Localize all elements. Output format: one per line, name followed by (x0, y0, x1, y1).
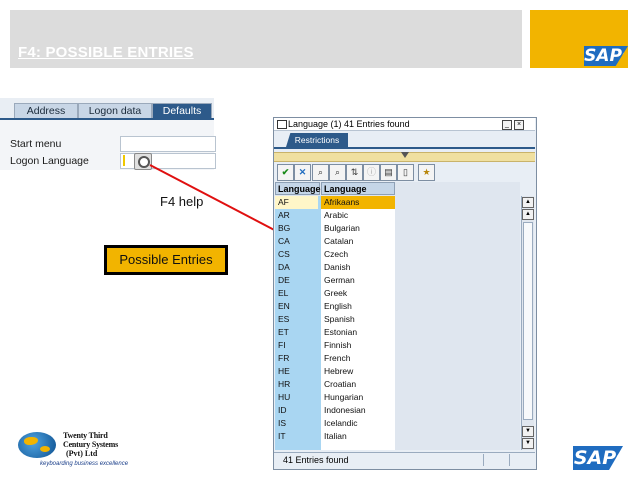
scroll-bottom-icon[interactable]: ▼ (522, 438, 534, 449)
table-row[interactable]: ET Estonian (275, 326, 395, 339)
table-row[interactable]: HE Hebrew (275, 365, 395, 378)
personal-list-icon[interactable]: ★ (418, 164, 435, 181)
company-name-line3: (Pvt) Ltd (66, 449, 98, 458)
table-row[interactable]: IS Icelandic (275, 417, 395, 430)
cancel-icon[interactable]: ✕ (294, 164, 311, 181)
window-icon (277, 120, 287, 129)
company-tagline: keyboarding business excellence (40, 461, 129, 467)
tab-defaults[interactable]: Defaults (152, 103, 212, 119)
start-menu-input[interactable] (120, 136, 216, 152)
table-row[interactable]: CA Catalan (275, 235, 395, 248)
popup-tab-underline (274, 147, 535, 149)
table-row[interactable]: EN English (275, 300, 395, 313)
company-name-line2: Century Systems (63, 440, 118, 449)
table-row[interactable]: FR French (275, 352, 395, 365)
table-row[interactable]: IT Italian (275, 430, 395, 443)
column-header-language-code[interactable]: Language (275, 182, 321, 195)
table-row[interactable]: HU Hungarian (275, 391, 395, 404)
possible-entries-callout: Possible Entries (107, 248, 225, 272)
tab-logon-data[interactable]: Logon data (78, 103, 152, 119)
sap-logo-icon: SAP® (584, 46, 628, 66)
sort-icon[interactable]: ⇅ (346, 164, 363, 181)
scrollbar-thumb[interactable] (523, 222, 533, 420)
status-text: 41 Entries found (283, 455, 349, 465)
print-icon[interactable]: ▤ (380, 164, 397, 181)
start-menu-label: Start menu (10, 138, 62, 150)
close-button[interactable]: × (514, 120, 524, 130)
find-next-icon[interactable]: ⌕ (329, 164, 346, 181)
column-header-language-name[interactable]: Language (321, 182, 395, 195)
table-row[interactable]: BG Bulgarian (275, 222, 395, 235)
table-row[interactable]: ID Indonesian (275, 404, 395, 417)
find-icon[interactable]: ⌕ (312, 164, 329, 181)
slide-title: F4: POSSIBLE ENTRIES (18, 44, 194, 61)
text-cursor (123, 155, 125, 166)
company-name-line1: Twenty Third (63, 431, 108, 440)
minimize-button[interactable]: _ (502, 120, 512, 130)
scroll-down-icon[interactable]: ▼ (522, 426, 534, 437)
tab-address[interactable]: Address (14, 103, 78, 119)
f4-help-label: F4 help (160, 194, 204, 209)
table-row[interactable]: FI Finnish (275, 339, 395, 352)
globe-icon (18, 432, 56, 458)
info-icon[interactable]: ⓘ (363, 164, 380, 181)
table-row[interactable]: AR Arabic (275, 209, 395, 222)
table-row[interactable]: EL Greek (275, 287, 395, 300)
table-row[interactable]: DA Danish (275, 261, 395, 274)
status-separator (509, 454, 510, 466)
search-help-button[interactable] (134, 153, 152, 170)
globe-land-shape (40, 446, 50, 452)
sap-logo-icon: SAP® (573, 446, 623, 470)
sap-logo-box: SAP® (530, 10, 628, 68)
status-separator (483, 454, 484, 466)
details-icon[interactable]: ▯ (397, 164, 414, 181)
table-row[interactable]: AF Afrikaans (275, 196, 395, 209)
tab-restrictions[interactable]: Restrictions (286, 133, 348, 147)
scroll-up-icon[interactable]: ▲ (522, 209, 534, 220)
splitter-handle-icon[interactable] (401, 152, 409, 158)
popup-title: Language (1) 41 Entries found (288, 119, 410, 129)
scroll-top-icon[interactable]: ▲ (522, 197, 534, 208)
table-row[interactable]: CS Czech (275, 248, 395, 261)
table-row[interactable]: HR Croatian (275, 378, 395, 391)
search-help-icon (138, 156, 150, 168)
logon-language-label: Logon Language (10, 155, 89, 167)
check-icon[interactable]: ✔ (277, 164, 294, 181)
table-row[interactable]: ES Spanish (275, 313, 395, 326)
table-row[interactable]: DE German (275, 274, 395, 287)
